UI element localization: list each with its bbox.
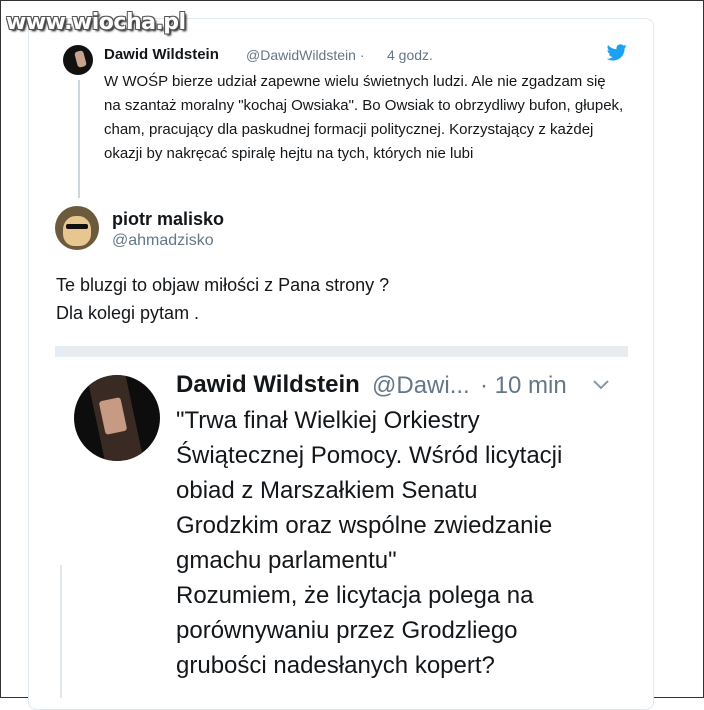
embedded-line: Świątecznej Pomocy. Wśród licytacji (176, 442, 563, 469)
chevron-down-icon[interactable] (592, 378, 610, 396)
embedded-author-avatar[interactable] (74, 375, 160, 461)
quoted-timestamp[interactable]: 4 godz. (387, 47, 433, 63)
quoted-author-avatar[interactable] (63, 45, 93, 75)
reply-author-name[interactable]: piotr malisko (112, 209, 224, 230)
embedded-line: porównywaniu przez Grodzliego (176, 617, 518, 644)
embedded-line: Grodzkim oraz wspólne zwiedzanie (176, 512, 553, 539)
section-divider (55, 346, 628, 357)
embedded-time-text[interactable]: 10 min (495, 372, 567, 399)
quoted-author-handle[interactable]: @DawidWildstein · (246, 47, 364, 63)
embedded-line: obiad z Marszałkiem Senatu (176, 477, 478, 504)
embedded-author-handle[interactable]: @Dawi... (372, 372, 470, 400)
embedded-line: "Trwa finał Wielkiej Orkiestry (176, 407, 480, 434)
reply-author-handle[interactable]: @ahmadzisko (112, 232, 214, 250)
embedded-line: Rozumiem, że licytacja polega na (176, 582, 534, 609)
embedded-line: gmachu parlamentu" (176, 547, 397, 574)
embedded-separator: · (480, 372, 488, 399)
reply-line-2: Dla kolegi pytam . (56, 303, 200, 323)
reply-line-1: Te bluzgi to objaw miłości z Pana strony… (56, 275, 390, 295)
quoted-tweet-text: W WOŚP bierze udział zapewne wielu świet… (104, 73, 624, 162)
reply-tweet-text: Te bluzgi to objaw miłości z Pana strony… (56, 271, 389, 327)
twitter-bird-icon[interactable] (606, 44, 627, 66)
reply-author-avatar[interactable] (55, 206, 99, 250)
thread-line (78, 80, 80, 198)
embedded-line: grubości nadesłanych kopert? (176, 652, 495, 679)
embedded-image-edge (60, 565, 62, 698)
quoted-handle-text[interactable]: @DawidWildstein (246, 47, 356, 63)
quoted-separator: · (359, 47, 365, 63)
site-watermark: www.wiocha.pl (6, 10, 186, 35)
embedded-tweet-text: "Trwa finał Wielkiej Orkiestry Świąteczn… (176, 403, 676, 683)
embedded-timestamp[interactable]: · 10 min (480, 372, 567, 400)
quoted-author-name[interactable]: Dawid Wildstein (104, 46, 219, 63)
embedded-author-name[interactable]: Dawid Wildstein (176, 371, 360, 399)
